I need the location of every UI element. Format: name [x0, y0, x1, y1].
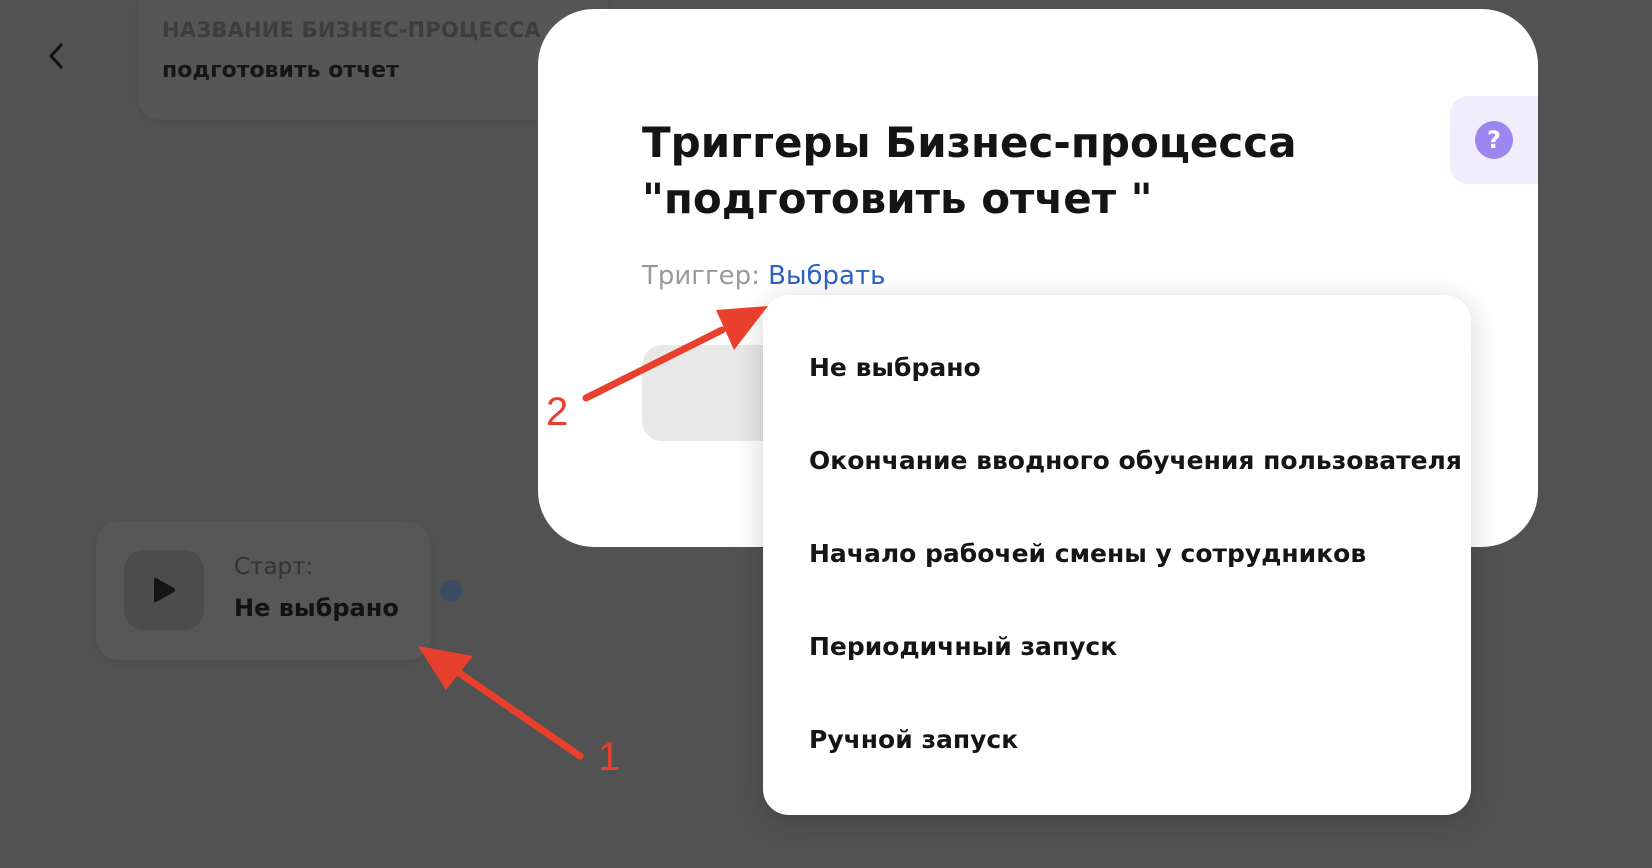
- trigger-dropdown: Не выбрано Окончание вводного обучения п…: [763, 295, 1471, 815]
- svg-text:?: ?: [1487, 126, 1501, 154]
- dropdown-item-periodic[interactable]: Периодичный запуск: [809, 632, 1117, 661]
- chevron-left-icon: [49, 43, 63, 69]
- help-button[interactable]: ?: [1450, 96, 1538, 184]
- question-icon: ?: [1475, 121, 1513, 159]
- annotation-arrow-1: [418, 646, 584, 760]
- start-node-value: Не выбрано: [234, 594, 399, 622]
- annotation-marker-1: 1: [598, 735, 621, 779]
- app-root: НАЗВАНИЕ БИЗНЕС-ПРОЦЕССА подготовить отч…: [0, 0, 1652, 868]
- dropdown-item-onboarding-end[interactable]: Окончание вводного обучения пользователя: [809, 446, 1462, 475]
- dropdown-item-not-selected[interactable]: Не выбрано: [809, 353, 981, 382]
- connector-handle[interactable]: [440, 580, 462, 602]
- trigger-select-link[interactable]: Выбрать: [768, 261, 885, 291]
- start-node-icon-box: [124, 550, 204, 630]
- trigger-row: Триггер: Выбрать: [642, 261, 885, 291]
- modal-title-line-2: "подготовить отчет ": [642, 174, 1153, 223]
- dropdown-item-manual[interactable]: Ручной запуск: [809, 725, 1018, 754]
- process-name-label: НАЗВАНИЕ БИЗНЕС-ПРОЦЕССА: [162, 18, 541, 42]
- modal-title-line-1: Триггеры Бизнес-процесса: [642, 118, 1297, 167]
- start-node-card[interactable]: Старт: Не выбрано: [96, 522, 430, 660]
- start-node-label: Старт:: [234, 554, 314, 580]
- trigger-label: Триггер:: [642, 261, 760, 291]
- play-icon: [154, 577, 175, 603]
- modal-title: Триггеры Бизнес-процесса "подготовить от…: [642, 115, 1362, 227]
- back-button[interactable]: [38, 36, 74, 76]
- annotation-marker-2: 2: [546, 390, 569, 434]
- dropdown-item-shift-start[interactable]: Начало рабочей смены у сотрудников: [809, 539, 1366, 568]
- process-name-value: подготовить отчет: [162, 58, 399, 83]
